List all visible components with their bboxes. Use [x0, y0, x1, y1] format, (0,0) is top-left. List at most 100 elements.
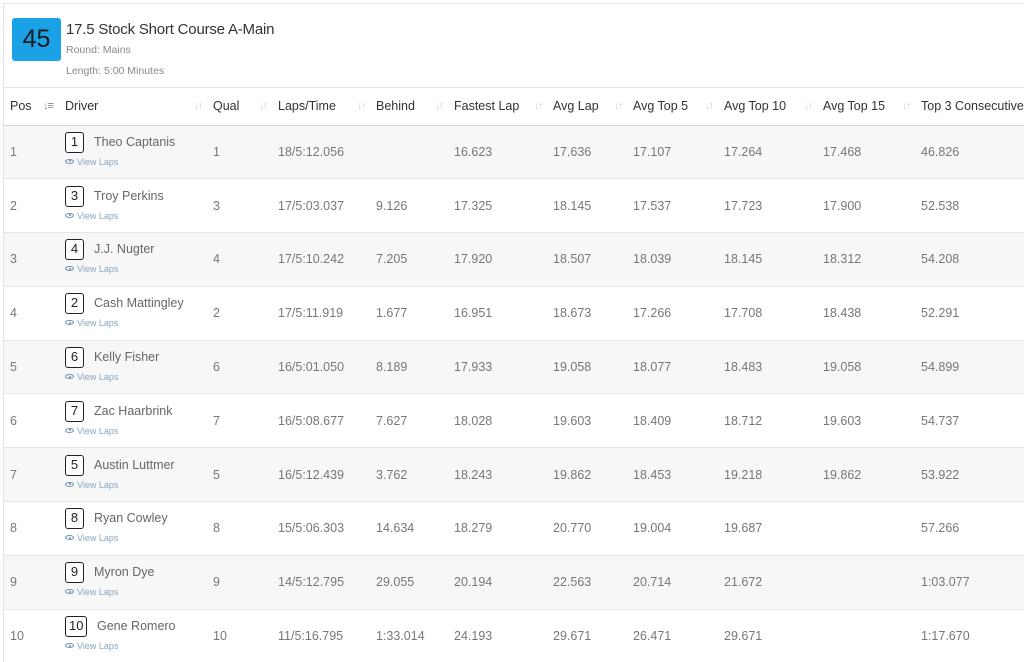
sort-icon[interactable]: ↓↑ [194, 100, 203, 112]
results-panel: 45 17.5 Stock Short Course A-Main Round:… [3, 3, 1024, 662]
column-header-avg-lap[interactable]: Avg Lap ↓↑ [547, 88, 627, 126]
cell-fastest-lap: 17.325 [454, 198, 493, 213]
cell-avg-top15: 18.312 [823, 252, 862, 267]
view-laps-label: View Laps [77, 533, 119, 544]
car-number-badge: 5 [65, 454, 84, 476]
cell-avg-top10: 17.708 [724, 306, 763, 321]
cell-avg-top15: 19.058 [823, 360, 862, 375]
cell-avg-lap: 17.636 [553, 144, 592, 159]
sort-icon[interactable]: ↓↑ [534, 100, 543, 112]
cell-pos: 2 [10, 198, 17, 213]
cell-driver: 1 Theo Captanis View Laps [59, 125, 207, 179]
cell-top3-consecutive: 54.208 [921, 252, 960, 267]
cell-driver: 2 Cash Mattingley View Laps [59, 286, 207, 340]
cell-avg-top5: 18.039 [633, 252, 672, 267]
column-header-top3-consecutive[interactable]: Top 3 Consecutive [915, 88, 1024, 126]
cell-fastest-lap: 18.279 [454, 521, 493, 536]
view-laps-link[interactable]: View Laps [65, 426, 118, 436]
sort-icon[interactable]: ↓↑ [705, 100, 714, 112]
column-header-avg-top15[interactable]: Avg Top 15 ↓↑ [817, 88, 915, 126]
cell-top3-consecutive: 52.291 [921, 306, 960, 321]
driver-block: 5 Austin Luttmer View Laps [65, 453, 207, 497]
driver-name: Kelly Fisher [94, 350, 160, 365]
view-laps-label: View Laps [77, 587, 119, 598]
sort-icon[interactable]: ↓↑ [357, 100, 366, 112]
race-header: 45 17.5 Stock Short Course A-Main Round:… [4, 4, 1024, 88]
cell-top3-consecutive: 52.538 [921, 198, 960, 213]
table-row: 4 2 Cash Mattingley View Laps 2 17/5:11.… [4, 286, 1024, 341]
cell-fastest-lap: 16.623 [454, 144, 493, 159]
sort-asc-icon[interactable]: ↓≡ [43, 100, 54, 112]
column-header-behind[interactable]: Behind ↓↑ [370, 88, 448, 126]
cell-avg-top15: 17.900 [823, 198, 862, 213]
cell-avg-lap: 29.671 [553, 629, 592, 644]
cell-fastest-lap: 16.951 [454, 306, 493, 321]
view-laps-label: View Laps [77, 425, 119, 436]
column-header-qual[interactable]: Qual ↓↑ [207, 88, 272, 126]
car-number-badge: 9 [65, 562, 84, 584]
view-laps-label: View Laps [77, 372, 119, 383]
cell-avg-top10: 19.218 [724, 467, 763, 482]
eye-icon [65, 320, 74, 326]
cell-avg-top10: 18.712 [724, 413, 763, 428]
driver-name: Troy Perkins [94, 188, 164, 203]
cell-top3-consecutive: 1:17.670 [921, 629, 970, 644]
column-header-laps-time[interactable]: Laps/Time ↓↑ [272, 88, 370, 126]
table-row: 1 1 Theo Captanis View Laps 1 18/5:12.05… [4, 125, 1024, 179]
sort-icon[interactable]: ↓↑ [902, 100, 911, 112]
sort-icon[interactable]: ↓↑ [614, 100, 623, 112]
car-number-badge: 8 [65, 508, 84, 530]
cell-pos: 1 [10, 144, 17, 159]
view-laps-link[interactable]: View Laps [65, 157, 118, 167]
view-laps-link[interactable]: View Laps [65, 641, 118, 651]
column-header-pos[interactable]: Pos ↓≡ [4, 88, 59, 126]
cell-behind [370, 125, 448, 179]
cell-laps-time: 17/5:10.242 [278, 252, 345, 267]
table-row: 7 5 Austin Luttmer View Laps 5 16/5:12.4… [4, 447, 1024, 502]
column-header-fastest-lap[interactable]: Fastest Lap ↓↑ [448, 88, 547, 126]
results-table: Pos ↓≡ Driver ↓↑ Qual ↓↑ Laps/Time ↓↑ Behind… [4, 88, 1024, 662]
cell-avg-top10: 17.723 [724, 198, 763, 213]
view-laps-link[interactable]: View Laps [65, 264, 118, 274]
sort-icon[interactable]: ↓↑ [435, 100, 444, 112]
cell-avg-top10: 17.264 [724, 144, 763, 159]
view-laps-link[interactable]: View Laps [65, 372, 118, 382]
cell-qual: 5 [213, 467, 220, 482]
column-header-avg-top5[interactable]: Avg Top 5 ↓↑ [627, 88, 718, 126]
cell-fastest-lap: 24.193 [454, 629, 493, 644]
cell-fastest-lap: 20.194 [454, 575, 493, 590]
cell-laps-time: 14/5:12.795 [278, 575, 345, 590]
column-header-avg-top10[interactable]: Avg Top 10 ↓↑ [718, 88, 817, 126]
cell-driver: 9 Myron Dye View Laps [59, 555, 207, 609]
cell-avg-top15 [817, 609, 915, 662]
cell-behind: 1.677 [376, 306, 408, 321]
driver-block: 7 Zac Haarbrink View Laps [65, 399, 207, 443]
cell-laps-time: 16/5:08.677 [278, 413, 345, 428]
eye-icon [65, 535, 74, 541]
cell-top3-consecutive: 1:03.077 [921, 575, 970, 590]
driver-name: Cash Mattingley [94, 296, 184, 311]
cell-avg-lap: 20.770 [553, 521, 592, 536]
cell-avg-lap: 18.507 [553, 252, 592, 267]
view-laps-link[interactable]: View Laps [65, 533, 118, 543]
view-laps-link[interactable]: View Laps [65, 587, 118, 597]
cell-qual: 8 [213, 521, 220, 536]
table-row: 2 3 Troy Perkins View Laps 3 17/5:03.037… [4, 178, 1024, 233]
view-laps-link[interactable]: View Laps [65, 211, 118, 221]
column-header-driver[interactable]: Driver ↓↑ [59, 88, 207, 126]
view-laps-label: View Laps [77, 156, 119, 167]
driver-block: 10 Gene Romero View Laps [65, 614, 207, 658]
cell-avg-top5: 18.453 [633, 467, 672, 482]
view-laps-link[interactable]: View Laps [65, 318, 118, 328]
sort-icon[interactable]: ↓↑ [259, 100, 268, 112]
cell-qual: 6 [213, 360, 220, 375]
view-laps-link[interactable]: View Laps [65, 480, 118, 490]
cell-qual: 1 [213, 144, 220, 159]
car-number-badge: 4 [65, 239, 84, 261]
cell-pos: 6 [10, 413, 17, 428]
heat-number-badge: 45 [12, 18, 61, 61]
sort-icon[interactable]: ↓↑ [804, 100, 813, 112]
eye-icon [65, 481, 74, 487]
driver-name: Gene Romero [97, 619, 176, 634]
cell-avg-top10: 18.145 [724, 252, 763, 267]
